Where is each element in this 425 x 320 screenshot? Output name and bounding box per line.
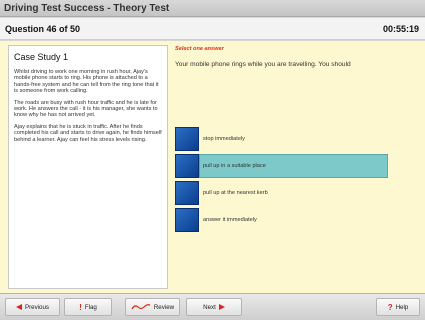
answer-select-box[interactable] bbox=[175, 127, 199, 151]
answer-instruction: Select one answer bbox=[175, 46, 224, 52]
previous-button[interactable]: Previous bbox=[5, 298, 60, 316]
next-label: Next bbox=[203, 303, 216, 311]
case-study-panel: Case Study 1 Whilst driving to work one … bbox=[8, 45, 168, 289]
help-label: Help bbox=[395, 303, 409, 311]
window-title-bar: Driving Test Success - Theory Test bbox=[0, 0, 425, 17]
answer-label: stop immediately bbox=[203, 136, 245, 142]
help-button[interactable]: ? Help bbox=[376, 298, 420, 316]
question-counter: Question 46 of 50 bbox=[5, 24, 81, 34]
arrow-left-icon bbox=[15, 304, 22, 310]
review-label: Review bbox=[153, 303, 175, 311]
answer-label: pull up at the nearest kerb bbox=[203, 190, 268, 196]
case-study-paragraph: Ajay explains that he is stuck in traffi… bbox=[14, 123, 162, 143]
navigation-bar: Previous ! Flag Review Next ? Help bbox=[0, 293, 425, 320]
flag-label: Flag bbox=[84, 303, 97, 311]
answer-select-box[interactable] bbox=[175, 181, 199, 205]
case-study-paragraph: Whilst driving to work one morning in ru… bbox=[14, 69, 159, 95]
answer-label: pull up in a suitable place bbox=[203, 163, 266, 169]
answer-option-3[interactable]: pull up at the nearest kerb bbox=[175, 181, 415, 205]
answer-select-box[interactable] bbox=[175, 208, 199, 232]
question-text: Your mobile phone rings while you are tr… bbox=[175, 61, 351, 68]
window-title: Driving Test Success - Theory Test bbox=[4, 3, 170, 14]
next-button[interactable]: Next bbox=[186, 298, 242, 316]
answer-label: answer it immediately bbox=[203, 217, 257, 223]
exclamation-icon: ! bbox=[79, 302, 82, 312]
help-question-icon: ? bbox=[387, 302, 393, 312]
arrow-right-icon bbox=[218, 304, 225, 310]
answer-select-box[interactable] bbox=[175, 154, 199, 178]
case-study-title: Case Study 1 bbox=[14, 52, 69, 62]
question-header: Question 46 of 50 00:55:19 bbox=[0, 18, 425, 40]
main-content: Case Study 1 Whilst driving to work one … bbox=[0, 41, 425, 293]
review-button[interactable]: Review bbox=[125, 298, 180, 316]
answer-option-2[interactable]: pull up in a suitable place bbox=[175, 154, 415, 178]
review-wave-icon bbox=[131, 304, 151, 310]
previous-label: Previous bbox=[24, 303, 50, 311]
answer-option-4[interactable]: answer it immediately bbox=[175, 208, 415, 232]
case-study-paragraph: The roads are busy with rush hour traffi… bbox=[14, 99, 158, 119]
flag-button[interactable]: ! Flag bbox=[64, 298, 112, 316]
answer-option-1[interactable]: stop immediately bbox=[175, 127, 415, 151]
countdown-timer: 00:55:19 bbox=[382, 24, 419, 34]
